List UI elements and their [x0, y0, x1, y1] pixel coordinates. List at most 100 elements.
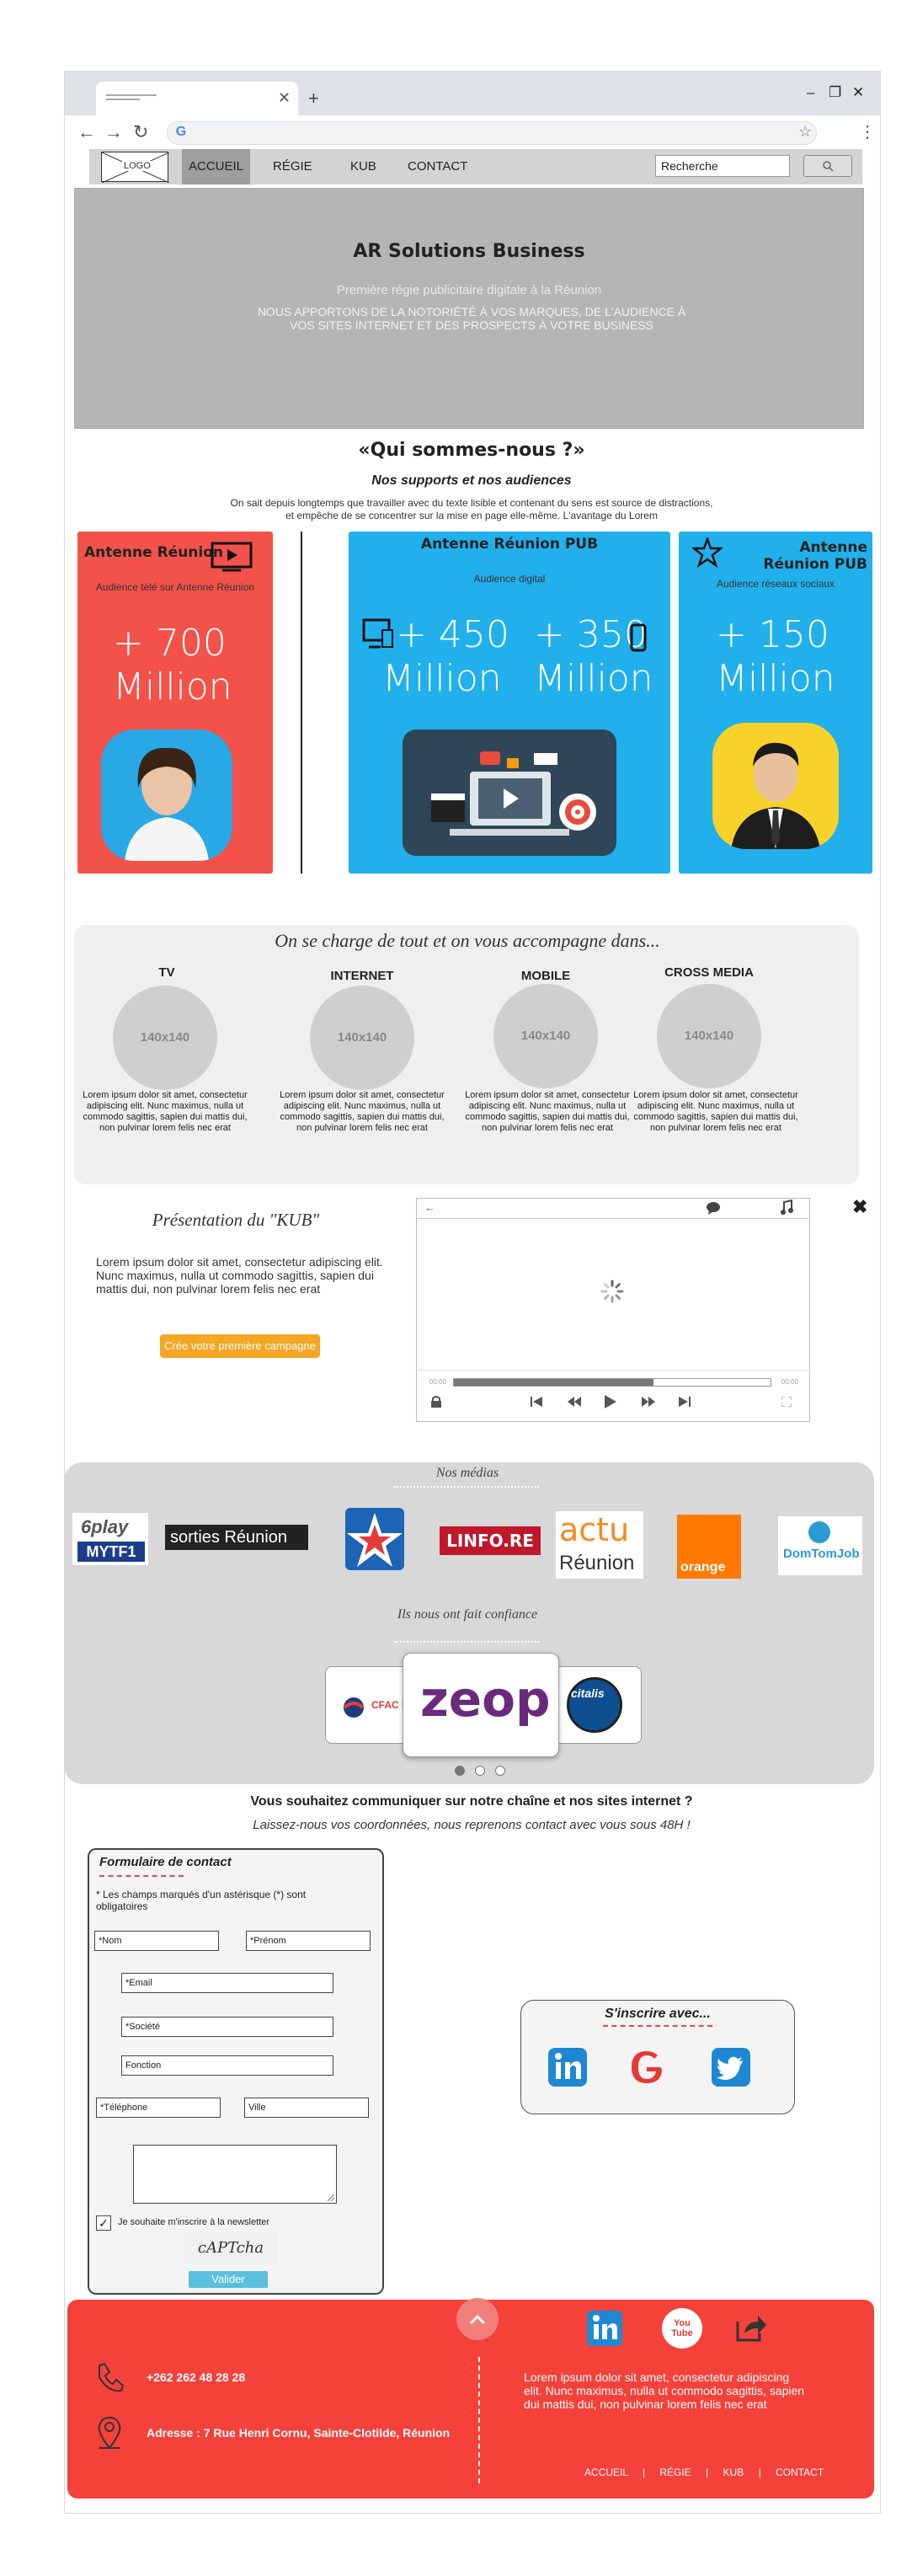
play-icon[interactable]	[605, 1395, 616, 1408]
twitter-icon[interactable]	[711, 2047, 751, 2087]
player-time-start: 00:00	[429, 1378, 447, 1386]
search-button[interactable]	[803, 155, 852, 177]
back-icon[interactable]: ←	[77, 121, 96, 143]
footer-nav-separator: |	[758, 2466, 761, 2478]
nav-contact[interactable]: CONTACT	[408, 149, 467, 184]
card-blue2-number: + 150	[716, 613, 829, 656]
footer-nav-kub[interactable]: KUB	[723, 2466, 744, 2478]
skip-forward-icon[interactable]	[679, 1397, 691, 1407]
footer-text: Lorem ipsum dolor sit amet, consectetur …	[524, 2370, 805, 2411]
tab-title-placeholder	[106, 94, 157, 103]
email-field[interactable]: *Email	[121, 1973, 333, 1993]
logo-actu-reunion[interactable]: actu Réunion	[556, 1511, 643, 1579]
logo-label: LOGO	[122, 161, 152, 171]
logo-6play[interactable]: 6play MYTF1	[72, 1513, 148, 1565]
newsletter-checkbox[interactable]: ✓	[96, 2215, 111, 2231]
media-illustration	[403, 730, 616, 856]
video-player[interactable]	[416, 1198, 810, 1422]
player-progress-bar[interactable]	[453, 1378, 771, 1387]
woman-avatar-icon	[125, 747, 209, 861]
tv-icon	[211, 542, 253, 572]
about-title: «Qui sommes-nous ?»	[358, 440, 585, 461]
footer-nav-regie[interactable]: RÉGIE	[659, 2466, 691, 2478]
google-signup-icon[interactable]	[627, 2047, 665, 2086]
new-tab-button[interactable]: +	[308, 88, 319, 110]
google-icon: G	[175, 125, 187, 139]
chat-bubble-icon[interactable]	[706, 1201, 721, 1215]
logo-zeop-text: zeop	[420, 1670, 551, 1728]
lock-icon[interactable]	[429, 1395, 443, 1408]
footer-nav-separator: |	[706, 2466, 709, 2478]
nav-kub[interactable]: KUB	[350, 149, 376, 184]
fast-forward-icon[interactable]	[642, 1397, 655, 1407]
logo-zeop[interactable]: zeop	[403, 1653, 559, 1757]
music-note-icon[interactable]	[780, 1200, 793, 1215]
nav-regie[interactable]: RÉGIE	[273, 149, 312, 184]
footer-divider	[478, 2357, 480, 2483]
globe-icon	[808, 1521, 830, 1543]
card-blue2-unit: Million	[716, 657, 835, 700]
carousel-dot-3[interactable]	[495, 1766, 505, 1776]
card-blue2-title: Antenne Réunion PUB	[763, 539, 867, 573]
fonction-field[interactable]: Fonction	[121, 2055, 333, 2076]
telephone-field[interactable]: *Téléphone	[96, 2098, 221, 2118]
forward-icon[interactable]: →	[104, 121, 123, 143]
search-input[interactable]: Recherche	[655, 155, 790, 177]
logo-linfo[interactable]: LINFO.RE	[440, 1526, 541, 1555]
card-red-sub: Audience télé sur Antenne Réunion	[95, 581, 255, 593]
carousel-dot-2[interactable]	[475, 1766, 485, 1776]
scroll-top-button[interactable]	[456, 2298, 499, 2340]
fullscreen-icon[interactable]	[781, 1397, 792, 1407]
footer-nav-contact[interactable]: CONTACT	[776, 2466, 824, 2478]
tab-close-icon[interactable]: ✕	[278, 89, 291, 107]
url-bar[interactable]	[167, 121, 817, 145]
resize-handle-icon[interactable]	[328, 2194, 334, 2201]
message-textarea[interactable]	[133, 2145, 337, 2204]
logo-domtomjob[interactable]: DomTomJob	[778, 1516, 862, 1575]
societe-field[interactable]: *Société	[121, 2017, 333, 2037]
share-icon[interactable]	[734, 2311, 768, 2344]
about-text: On sait depuis longtemps que travailler …	[230, 497, 713, 521]
form-required-note: * Les champs marqués d'un astérisque (*)…	[96, 1889, 307, 1912]
linkedin-icon[interactable]	[547, 2047, 588, 2087]
hero-title: AR Solutions Business	[353, 241, 585, 262]
player-back-icon[interactable]: ←	[424, 1201, 435, 1214]
site-logo[interactable]: LOGO	[101, 152, 169, 183]
submit-button[interactable]: Valider	[189, 2271, 268, 2288]
close-icon[interactable]: ✖	[852, 1196, 867, 1218]
create-campaign-button[interactable]: Crée votre première campagne	[160, 1334, 320, 1358]
skip-back-icon[interactable]	[531, 1397, 542, 1407]
nom-field[interactable]: *Nom	[94, 1931, 219, 1951]
rewind-icon[interactable]	[568, 1397, 581, 1407]
bookmark-star-icon[interactable]: ☆	[798, 123, 812, 141]
minimize-icon[interactable]: –	[807, 84, 814, 101]
loading-spinner-icon	[600, 1280, 624, 1303]
footer-youtube-icon[interactable]: You Tube	[662, 2308, 702, 2349]
footer-linkedin-icon[interactable]	[586, 2310, 623, 2347]
services-title: On se charge de tout et on vous accompag…	[275, 930, 660, 951]
service-tv-text: Lorem ipsum dolor sit amet, consectetur …	[83, 1090, 248, 1133]
kub-text: Lorem ipsum dolor sit amet, consectetur …	[96, 1255, 383, 1296]
logo-linfo-text: LINFO.RE	[446, 1531, 534, 1551]
restore-icon[interactable]: ❐	[829, 84, 841, 101]
window-close-icon[interactable]: ✕	[852, 84, 864, 101]
player-progress-fill	[454, 1379, 653, 1386]
footer-nav-separator: |	[642, 2466, 646, 2478]
logo-orange[interactable]: orange	[677, 1515, 741, 1579]
logo-antenne-reunion[interactable]	[342, 1504, 408, 1574]
youtube-label: You Tube	[671, 2318, 693, 2338]
carousel-dot-1[interactable]	[455, 1766, 465, 1776]
search-icon	[823, 161, 834, 172]
trust-title: Ils nous ont fait confiance	[397, 1607, 538, 1622]
prenom-field[interactable]: *Prénom	[246, 1931, 371, 1951]
logo-sorties-reunion[interactable]: sorties Réunion	[165, 1525, 308, 1550]
browser-menu-icon[interactable]: ⋮	[859, 121, 876, 142]
footer-nav-accueil[interactable]: ACCUEIL	[584, 2466, 628, 2478]
card-red-unit: Million	[113, 665, 232, 708]
ville-field[interactable]: Ville	[244, 2098, 369, 2118]
phone-icon	[99, 2362, 125, 2392]
card-blue1-title: Antenne Réunion PUB	[420, 536, 599, 553]
service-mobile-text: Lorem ipsum dolor sit amet, consectetur …	[465, 1090, 630, 1133]
nav-accueil[interactable]: ACCUEIL	[182, 149, 251, 184]
reload-icon[interactable]: ↻	[133, 121, 148, 143]
